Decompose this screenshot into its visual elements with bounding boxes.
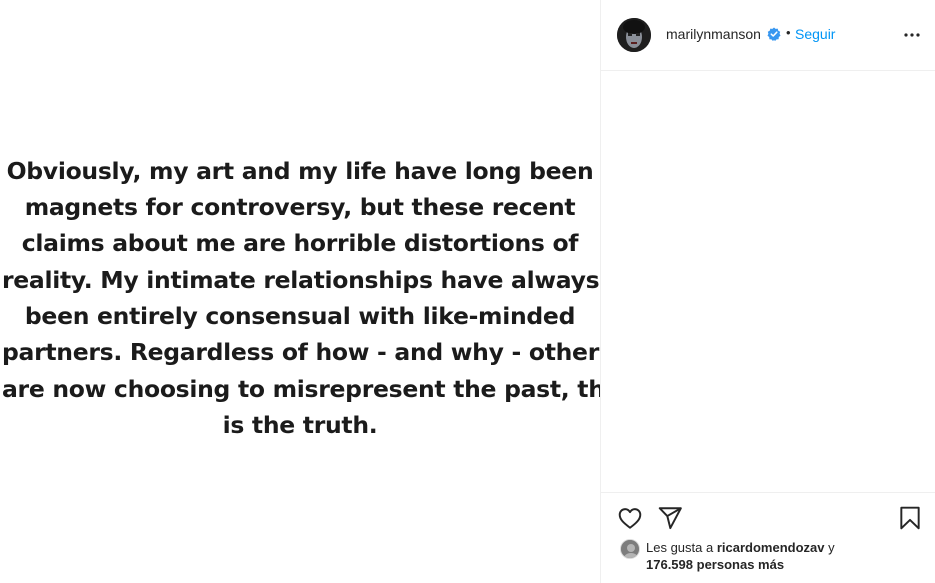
verified-badge-icon bbox=[767, 27, 781, 41]
post-actions: Les gusta a ricardomendozav y 176.598 pe… bbox=[601, 492, 935, 583]
separator-dot: • bbox=[786, 25, 791, 40]
heart-icon[interactable] bbox=[617, 505, 643, 531]
more-options-icon[interactable] bbox=[901, 24, 923, 46]
post-header: marilynmanson • Seguir bbox=[601, 0, 935, 71]
follow-button[interactable]: Seguir bbox=[795, 26, 835, 42]
likes-summary-line: Les gusta a ricardomendozav y bbox=[646, 540, 835, 555]
likes-count[interactable]: 176.598 bbox=[646, 557, 693, 572]
post-statement-text: Obviously, my art and my life have long … bbox=[0, 153, 632, 443]
statement-line: reality. My intimate relationships have … bbox=[2, 265, 600, 294]
likes-prefix: Les gusta a bbox=[646, 540, 714, 555]
statement-line: partners. Regardless of how - and why - … bbox=[2, 338, 613, 367]
statement-line: is the truth. bbox=[222, 410, 378, 439]
username-link[interactable]: marilynmanson bbox=[666, 26, 761, 42]
comments-area bbox=[601, 72, 935, 492]
statement-line: are now choosing to misrepresent the pas… bbox=[2, 374, 632, 403]
instagram-post-view: Obviously, my art and my life have long … bbox=[0, 0, 935, 583]
statement-line: Obviously, my art and my life have long … bbox=[6, 156, 594, 185]
statement-line: magnets for controversy, but these recen… bbox=[24, 193, 576, 222]
post-side-panel: marilynmanson • Seguir Les gusta a ricar… bbox=[600, 0, 935, 583]
avatar[interactable] bbox=[617, 18, 651, 52]
likes-suffix[interactable]: personas más bbox=[697, 557, 784, 572]
avatar-image bbox=[617, 18, 651, 52]
bookmark-icon[interactable] bbox=[897, 505, 923, 531]
post-image[interactable]: Obviously, my art and my life have long … bbox=[0, 0, 632, 583]
statement-line: been entirely consensual with like-minde… bbox=[24, 302, 576, 330]
paper-plane-icon[interactable] bbox=[657, 505, 683, 531]
likes-conjunction: y bbox=[828, 540, 835, 555]
statement-line: claims about me are horrible distortions… bbox=[21, 229, 579, 258]
likes-count-line[interactable]: 176.598 personas más bbox=[646, 557, 784, 572]
liker-username-link[interactable]: ricardomendozav bbox=[717, 540, 825, 555]
liker-avatar[interactable] bbox=[620, 539, 640, 559]
